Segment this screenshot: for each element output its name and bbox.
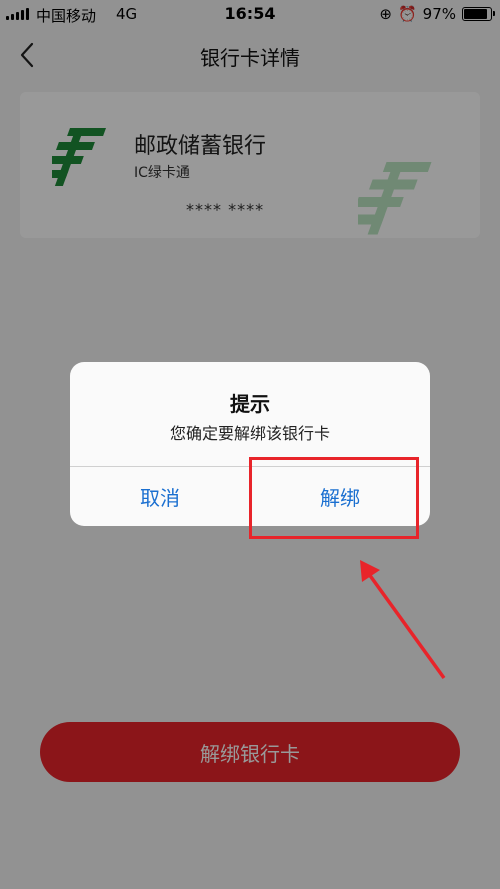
annotation-highlight-box	[249, 457, 419, 539]
dialog-message: 您确定要解绑该银行卡	[169, 424, 330, 443]
cancel-button[interactable]: 取消	[70, 466, 250, 526]
dialog-title: 提示	[230, 392, 270, 416]
annotation-arrow-icon	[360, 560, 446, 680]
